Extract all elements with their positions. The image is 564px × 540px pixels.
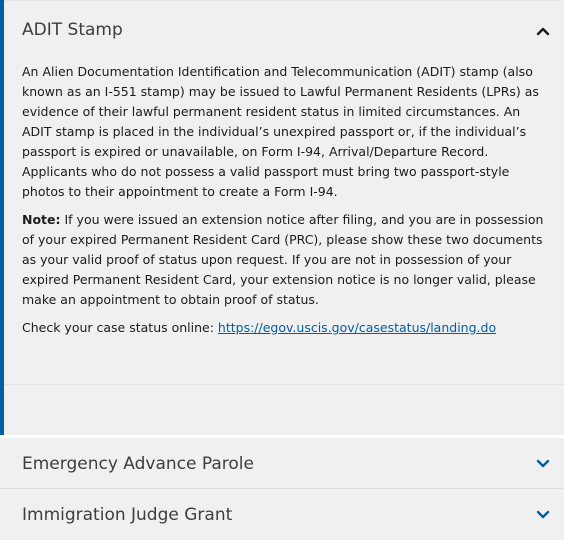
chevron-up-icon[interactable] [536, 26, 550, 36]
note-label: Note: [22, 212, 61, 227]
content-divider [4, 384, 564, 385]
case-status-prefix: Check your case status online: [22, 320, 218, 335]
chevron-down-icon[interactable] [536, 459, 550, 469]
note-text: If you were issued an extension notice a… [22, 212, 544, 307]
accordion-item-adit-stamp: ADIT Stamp An Alien Documentation Identi… [0, 0, 564, 435]
accordion-item-emergency-advance-parole[interactable]: Emergency Advance Parole [0, 438, 564, 488]
accordion-title: ADIT Stamp [22, 20, 123, 40]
accordion-item-immigration-judge-grant[interactable]: Immigration Judge Grant [0, 488, 564, 540]
case-status-link[interactable]: https://egov.uscis.gov/casestatus/landin… [218, 320, 496, 335]
accordion-title: Emergency Advance Parole [22, 454, 254, 474]
chevron-down-icon[interactable] [536, 510, 550, 520]
accordion-content: An Alien Documentation Identification an… [22, 62, 546, 338]
accordion-title: Immigration Judge Grant [22, 505, 233, 525]
adit-description: An Alien Documentation Identification an… [22, 64, 539, 199]
accordion-page: ADIT Stamp An Alien Documentation Identi… [0, 0, 564, 540]
case-status-paragraph: Check your case status online: https://e… [22, 318, 546, 338]
accordion-header-adit-stamp[interactable]: ADIT Stamp [4, 0, 564, 58]
note-paragraph: Note: If you were issued an extension no… [22, 210, 546, 310]
